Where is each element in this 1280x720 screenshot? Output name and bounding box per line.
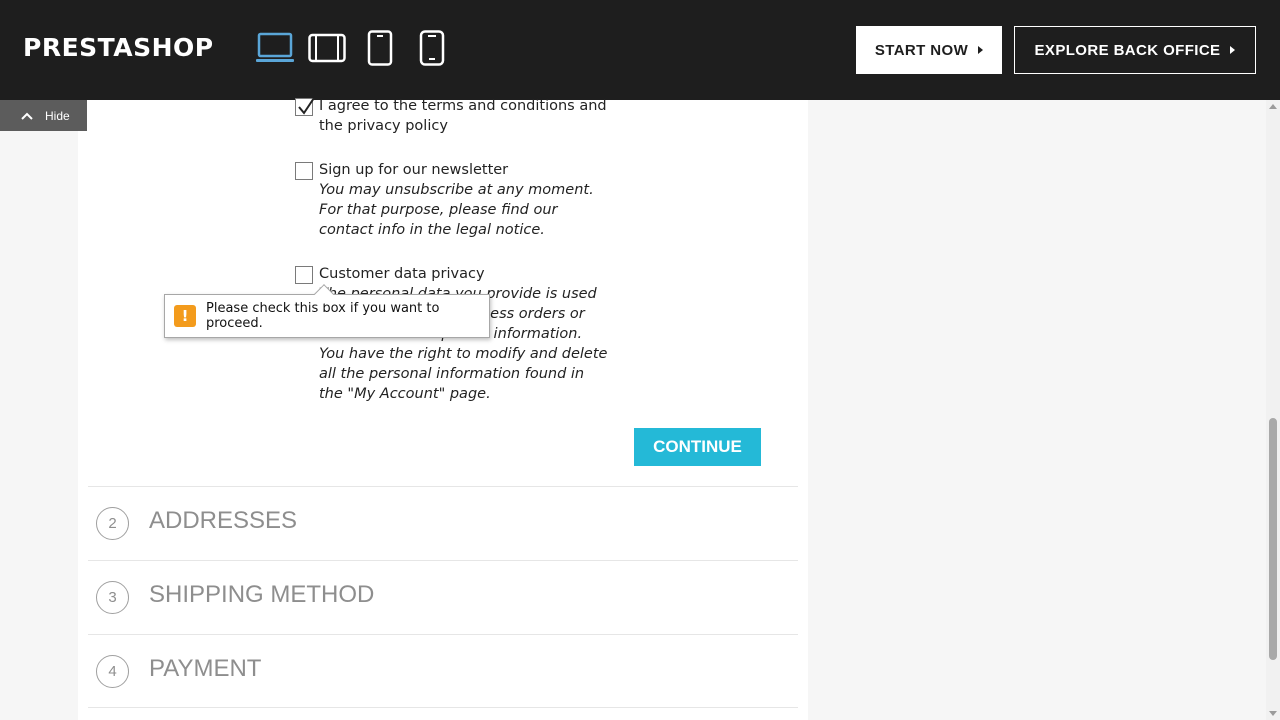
checkout-card: I agree to the terms and conditions and …: [78, 98, 808, 720]
newsletter-checkbox[interactable]: [295, 162, 313, 180]
scroll-down-arrow-icon[interactable]: [1269, 711, 1277, 716]
page-scrollbar[interactable]: [1266, 100, 1280, 720]
step-title: PAYMENT: [149, 655, 262, 682]
desktop-view-icon[interactable]: [256, 30, 294, 66]
caret-right-icon: [1230, 46, 1236, 54]
top-bar: PRESTASHOP START NOW EXPLORE BACK OFFICE: [0, 0, 1280, 100]
hide-toolbar-button[interactable]: Hide: [0, 100, 87, 131]
step-title: SHIPPING METHOD: [149, 581, 375, 608]
newsletter-field: Sign up for our newsletter You may unsub…: [319, 160, 609, 240]
newsletter-note: You may unsubscribe at any moment. For t…: [319, 182, 594, 238]
explore-back-office-button[interactable]: EXPLORE BACK OFFICE: [1014, 26, 1256, 74]
step-number: 3: [96, 581, 129, 614]
caret-right-icon: [978, 46, 984, 54]
warning-icon: !: [174, 305, 196, 327]
customer-privacy-checkbox[interactable]: [295, 266, 313, 284]
step-title: ADDRESSES: [149, 507, 298, 534]
step-number: 4: [96, 655, 129, 688]
step-payment[interactable]: 4 PAYMENT: [88, 634, 798, 708]
start-now-button[interactable]: START NOW: [856, 26, 1002, 74]
validation-tooltip: ! Please check this box if you want to p…: [164, 284, 490, 338]
step-addresses[interactable]: 2 ADDRESSES: [88, 486, 798, 560]
chevron-up-icon: [21, 112, 33, 120]
prestashop-logo: PRESTASHOP: [23, 33, 214, 62]
step-number: 2: [96, 507, 129, 540]
start-now-label: START NOW: [874, 41, 969, 59]
mobile-view-icon[interactable]: [419, 30, 445, 66]
tablet-landscape-view-icon[interactable]: [308, 30, 346, 66]
terms-checkbox[interactable]: [295, 98, 315, 116]
terms-label: I agree to the terms and conditions and …: [319, 98, 607, 134]
customer-privacy-label: Customer data privacy: [319, 266, 485, 282]
newsletter-label: Sign up for our newsletter: [319, 162, 509, 178]
validation-message: Please check this box if you want to pro…: [206, 301, 440, 331]
tablet-portrait-view-icon[interactable]: [367, 30, 393, 66]
divider: [88, 707, 798, 708]
scrollbar-thumb[interactable]: [1269, 418, 1277, 660]
checkmark-icon: [298, 98, 315, 115]
continue-button[interactable]: CONTINUE: [634, 428, 761, 466]
explore-back-office-label: EXPLORE BACK OFFICE: [1034, 41, 1221, 59]
hide-label: Hide: [45, 108, 70, 123]
scroll-up-arrow-icon[interactable]: [1269, 104, 1277, 109]
step-shipping-method[interactable]: 3 SHIPPING METHOD: [88, 560, 798, 634]
